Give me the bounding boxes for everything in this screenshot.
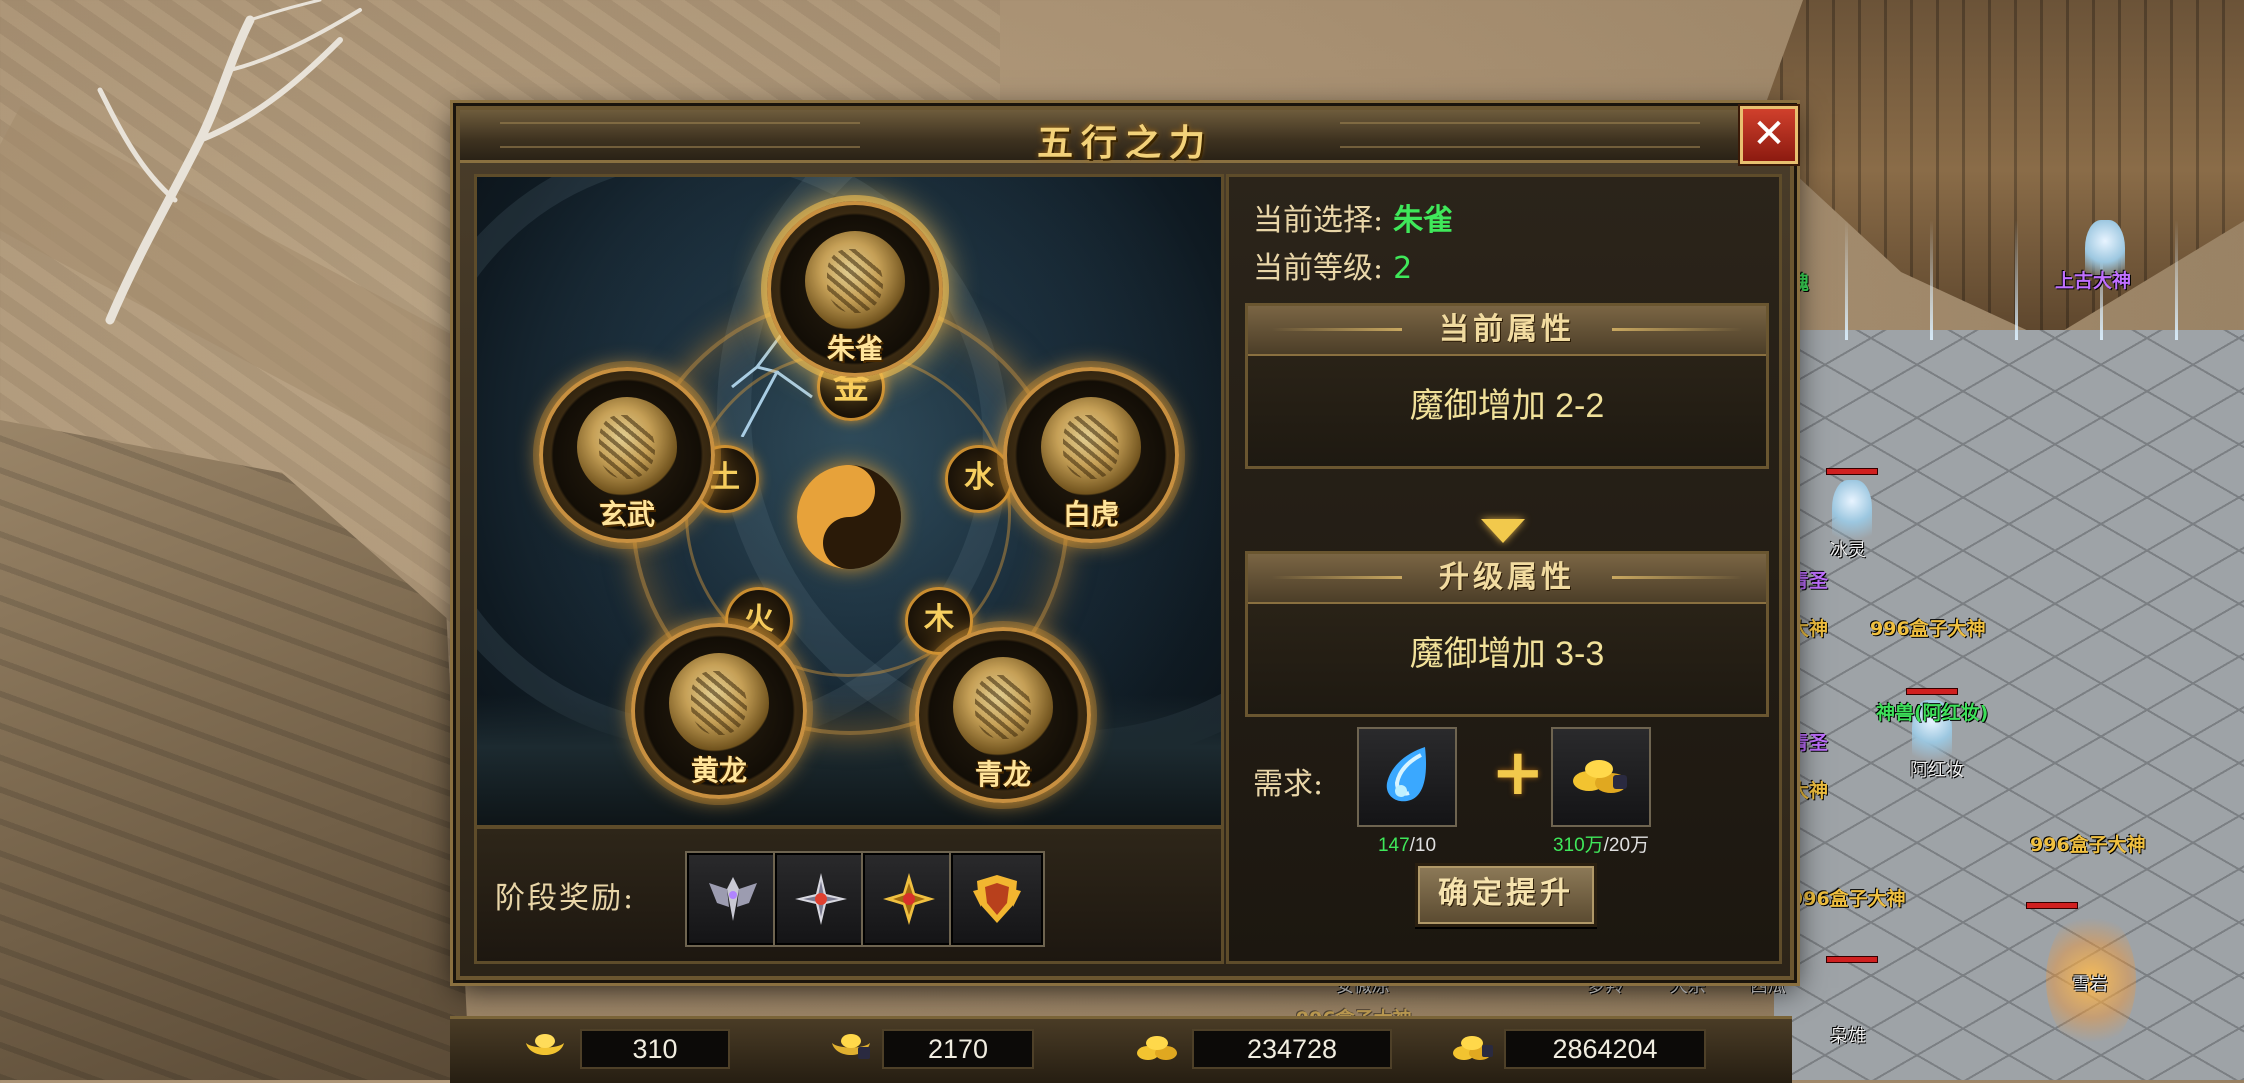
requirement-item-gold[interactable]: 310万/20万	[1551, 727, 1651, 856]
beast-label: 玄武	[598, 498, 655, 531]
beast-label: 朱雀	[826, 332, 883, 365]
reward-slot-2[interactable]	[773, 851, 869, 947]
beast-azure-dragon[interactable]: 青龙	[915, 627, 1091, 803]
phoenix-icon	[805, 231, 905, 331]
current-level-label: 当前等级:	[1253, 251, 1384, 286]
requirement-item-crystal[interactable]: 147/10	[1357, 727, 1457, 856]
current-attribute-value: 魔御增加 2-2	[1409, 387, 1605, 425]
beast-label: 白虎	[1062, 498, 1119, 531]
stage-rewards-label: 阶段奖励:	[495, 881, 636, 916]
light-beam	[1930, 220, 1933, 340]
close-icon: ✕	[1752, 111, 1786, 157]
beast-vermilion-bird[interactable]: 朱雀	[767, 201, 943, 377]
health-bar	[2026, 902, 2078, 909]
current-selection-label: 当前选择:	[1253, 203, 1384, 238]
beast-label: 青龙	[974, 758, 1031, 791]
current-level-row: 当前等级: 2	[1253, 243, 1412, 287]
arrow-down-icon	[1481, 519, 1525, 543]
dialog-titlebar[interactable]: 五行之力	[460, 110, 1790, 164]
reward-slot-3[interactable]	[861, 851, 957, 947]
five-elements-wheel-panel: 金 水 木 火 土 朱雀 白虎 青龙 黄龙 玄武	[474, 174, 1224, 828]
currency-bar: 310 2170 234728 2864204	[450, 1016, 1792, 1083]
requirement-need: /10	[1409, 835, 1437, 856]
current-selection-value: 朱雀	[1393, 203, 1454, 238]
reward-slot-4[interactable]	[949, 851, 1045, 947]
wooden-building	[1754, 0, 2244, 340]
upgrade-attribute-box: 升级属性 魔御增加 3-3	[1245, 551, 1769, 717]
light-beam	[2015, 220, 2018, 340]
player-title[interactable]: 神兽(阿红妆)	[1876, 698, 1988, 725]
five-elements-dialog: 五行之力 ✕ 金 水 木 火 土 朱雀 白虎 青龙 黄龙 玄武 阶段奖励: 当前…	[456, 106, 1798, 980]
plus-icon: +	[1491, 736, 1545, 810]
requirement-label: 需求:	[1253, 767, 1324, 802]
yin-yang-icon	[797, 465, 901, 569]
light-beam	[1845, 220, 1848, 340]
player-name[interactable]: 雪岩	[2072, 970, 2108, 996]
dragon-icon	[953, 657, 1053, 757]
npc-name[interactable]: 上古大神	[2055, 266, 2131, 293]
gold-coins-amount: 234728	[1192, 1029, 1392, 1069]
player-name[interactable]: 阿红妆	[1910, 756, 1964, 782]
health-bar	[1826, 468, 1878, 475]
requirement-have: 147	[1377, 835, 1410, 856]
light-beam	[2175, 220, 2178, 340]
requirement-need: /20万	[1603, 835, 1650, 856]
requirement-have: 310万	[1552, 835, 1604, 856]
upgrade-attribute-header: 升级属性	[1248, 554, 1766, 604]
gold-ingot-icon	[526, 1034, 564, 1055]
bound-gold-coins-icon	[1453, 1036, 1493, 1060]
player-name[interactable]: 大神	[1790, 776, 1828, 803]
confirm-upgrade-button[interactable]: 确定提升	[1415, 863, 1597, 927]
close-button[interactable]: ✕	[1740, 106, 1798, 164]
player-name[interactable]: 996盒子大神	[1870, 614, 1986, 641]
dialog-title: 五行之力	[1036, 122, 1213, 164]
current-attribute-header: 当前属性	[1248, 306, 1766, 356]
player-name[interactable]: 996盒子大神	[2030, 830, 2146, 857]
blue-crystal-icon	[1386, 747, 1427, 802]
tortoise-icon	[577, 397, 677, 497]
requirement-count: 310万/20万	[1533, 830, 1669, 857]
health-bar	[1906, 688, 1958, 695]
beast-black-tortoise[interactable]: 玄武	[539, 367, 715, 543]
tiger-icon	[1041, 397, 1141, 497]
player-title[interactable]: 青圣	[1790, 728, 1828, 755]
stage-rewards-panel: 阶段奖励:	[474, 826, 1224, 964]
current-attribute-box: 当前属性 魔御增加 2-2	[1245, 303, 1769, 469]
silver-wings-badge-icon	[709, 877, 757, 921]
stone-plaza	[1774, 330, 2244, 1080]
attribute-panel: 当前选择: 朱雀 当前等级: 2 当前属性 魔御增加 2-2 升级属性 魔御增加 3…	[1226, 174, 1782, 964]
bare-tree	[97, 0, 362, 325]
gold-star-gem-icon	[883, 873, 935, 925]
beast-label: 黄龙	[690, 754, 747, 787]
health-bar	[1826, 956, 1878, 963]
silver-star-gem-icon	[795, 873, 847, 925]
gold-crest-icon	[973, 875, 1021, 923]
gold-ingot-amount: 310	[580, 1029, 730, 1069]
bound-gold-coins-amount: 2864204	[1504, 1029, 1706, 1069]
gold-ingot-pile-icon	[1573, 760, 1627, 793]
player-title[interactable]: 青圣	[1790, 566, 1828, 593]
player-name[interactable]: 大神	[1790, 614, 1828, 641]
reward-slot-1[interactable]	[685, 851, 781, 947]
yellow-dragon-icon	[669, 653, 769, 753]
requirement-count: 147/10	[1339, 835, 1475, 857]
bound-gold-ingot-icon	[832, 1034, 870, 1059]
current-selection-row: 当前选择: 朱雀	[1253, 195, 1453, 239]
player-name[interactable]: 冰灵	[1830, 536, 1866, 562]
player-name[interactable]: 枭雄	[1830, 1022, 1866, 1048]
bound-gold-ingot-amount: 2170	[882, 1029, 1034, 1069]
beast-yellow-dragon[interactable]: 黄龙	[631, 623, 807, 799]
current-level-value: 2	[1393, 251, 1413, 286]
beast-white-tiger[interactable]: 白虎	[1003, 367, 1179, 543]
player-name[interactable]: 996盒子大神	[1790, 884, 1906, 911]
upgrade-attribute-value: 魔御增加 3-3	[1409, 635, 1605, 673]
gold-coins-icon	[1137, 1036, 1177, 1060]
